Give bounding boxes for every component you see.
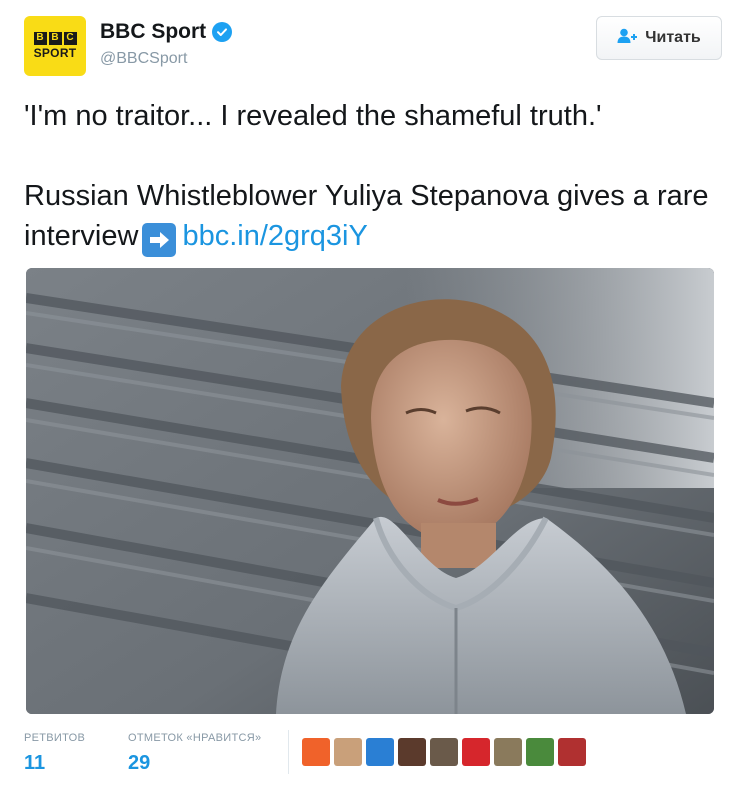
account-names: BBC Sport @BBCSport bbox=[100, 20, 233, 68]
liker-avatar-1[interactable] bbox=[302, 738, 330, 766]
retweet-stat[interactable]: РЕТВИТОВ 11 bbox=[24, 732, 85, 775]
bbc-logo-block: C bbox=[63, 31, 77, 45]
liker-avatar-4[interactable] bbox=[398, 738, 426, 766]
tweet-header: B B C SPORT BBC Sport @BBCSport Читать bbox=[24, 16, 722, 76]
bbc-logo-block: B bbox=[48, 31, 62, 45]
likes-stat[interactable]: ОТМЕТОК «НРАВИТСЯ» 29 bbox=[128, 732, 261, 775]
tweet-text: 'I'm no traitor... I revealed the shamef… bbox=[24, 96, 714, 257]
tweet-body-line: Russian Whistleblower Yuliya Stepanova g… bbox=[24, 176, 714, 257]
verified-check-icon bbox=[212, 22, 233, 42]
sport-logo-word: SPORT bbox=[33, 45, 77, 60]
display-name[interactable]: BBC Sport bbox=[100, 20, 206, 44]
follow-button-label: Читать bbox=[645, 29, 701, 46]
display-name-row: BBC Sport bbox=[100, 20, 233, 44]
liker-avatar-9[interactable] bbox=[558, 738, 586, 766]
bbc-logo-block: B bbox=[33, 31, 47, 45]
liker-avatar-2[interactable] bbox=[334, 738, 362, 766]
likes-label: ОТМЕТОК «НРАВИТСЯ» bbox=[128, 732, 262, 744]
retweets-count: 11 bbox=[24, 752, 46, 774]
liker-avatar-8[interactable] bbox=[526, 738, 554, 766]
bbc-sport-avatar[interactable]: B B C SPORT bbox=[24, 16, 86, 76]
tweet-quote-line: 'I'm no traitor... I revealed the shamef… bbox=[24, 100, 602, 132]
interview-still-photo bbox=[26, 268, 714, 714]
right-arrow-emoji-icon bbox=[142, 223, 177, 257]
likes-count: 29 bbox=[128, 752, 151, 774]
account-handle[interactable]: @BBCSport bbox=[100, 50, 232, 68]
tweet-line-gap bbox=[24, 136, 714, 176]
liker-avatar-3[interactable] bbox=[366, 738, 394, 766]
liker-avatar-6[interactable] bbox=[462, 738, 490, 766]
follow-button[interactable]: Читать bbox=[596, 16, 722, 60]
bbc-logo: B B C bbox=[33, 31, 77, 45]
tweet-link[interactable]: bbc.in/2grq3iY bbox=[182, 220, 367, 252]
liker-avatars bbox=[302, 738, 586, 766]
tweet-stats: РЕТВИТОВ 11 ОТМЕТОК «НРАВИТСЯ» 29 bbox=[24, 728, 722, 778]
liker-avatar-5[interactable] bbox=[430, 738, 458, 766]
tweet-video-thumbnail[interactable] bbox=[26, 268, 714, 714]
liker-avatar-7[interactable] bbox=[494, 738, 522, 766]
retweets-label: РЕТВИТОВ bbox=[24, 732, 86, 744]
stats-divider bbox=[288, 730, 289, 774]
follow-user-plus-icon bbox=[617, 28, 639, 49]
